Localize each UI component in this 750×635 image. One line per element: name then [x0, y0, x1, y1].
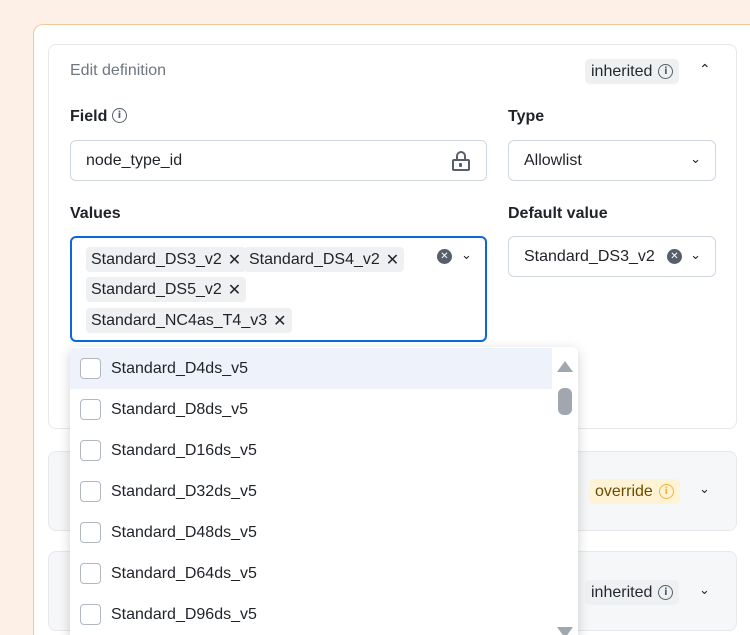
scroll-up-arrow[interactable] [557, 361, 573, 372]
option-label: Standard_D4ds_v5 [111, 359, 248, 377]
scrollbar-thumb[interactable] [558, 388, 572, 415]
chip-label: Standard_DS3_v2 [91, 250, 222, 268]
dropdown-option[interactable]: Standard_D96ds_v5 [70, 594, 552, 635]
remove-chip-icon[interactable]: ✕ [228, 250, 241, 269]
value-chip: Standard_DS3_v2 ✕ [86, 247, 247, 272]
clear-icon[interactable]: ✕ [437, 249, 452, 264]
values-dropdown: Standard_D4ds_v5 Standard_D8ds_v5 Standa… [70, 347, 578, 635]
info-icon[interactable]: i [658, 585, 674, 600]
chip-label: Standard_DS5_v2 [91, 280, 222, 298]
inherited-badge: inherited i [585, 580, 680, 605]
card-title: Edit definition [70, 62, 167, 79]
value-chip: Standard_DS5_v2 ✕ [86, 277, 247, 302]
badge-label: override [595, 482, 653, 500]
dropdown-option[interactable]: Standard_D4ds_v5 [70, 348, 552, 389]
chevron-down-icon[interactable]: ⌄ [699, 583, 710, 598]
lock-icon [452, 151, 470, 171]
chevron-down-icon[interactable]: ⌄ [699, 482, 710, 497]
chevron-down-icon: ⌄ [690, 248, 701, 263]
checkbox[interactable] [80, 399, 101, 420]
option-label: Standard_D48ds_v5 [111, 523, 257, 541]
chevron-up-icon[interactable]: ⌃ [699, 62, 711, 78]
option-label: Standard_D16ds_v5 [111, 441, 257, 459]
option-label: Standard_D96ds_v5 [111, 605, 257, 623]
checkbox[interactable] [80, 358, 101, 379]
remove-chip-icon[interactable]: ✕ [386, 250, 399, 269]
remove-chip-icon[interactable]: ✕ [228, 280, 241, 299]
dropdown-option[interactable]: Standard_D8ds_v5 [70, 389, 552, 430]
dropdown-option[interactable]: Standard_D32ds_v5 [70, 471, 552, 512]
default-value: Standard_DS3_v2 [524, 247, 655, 265]
clear-icon[interactable]: ✕ [667, 249, 682, 264]
values-label: Values [70, 205, 121, 222]
type-label: Type [508, 108, 545, 125]
chevron-down-icon: ⌄ [690, 152, 701, 167]
default-value-label: Default value [508, 205, 608, 222]
field-value: node_type_id [86, 151, 183, 169]
value-chip: Standard_NC4as_T4_v3 ✕ [86, 308, 292, 333]
inherited-badge: inherited i [585, 59, 680, 84]
checkbox[interactable] [80, 563, 101, 584]
checkbox[interactable] [80, 522, 101, 543]
checkbox[interactable] [80, 440, 101, 461]
info-icon[interactable]: i [658, 484, 674, 499]
checkbox[interactable] [80, 604, 101, 625]
remove-chip-icon[interactable]: ✕ [273, 311, 286, 330]
dropdown-option[interactable]: Standard_D64ds_v5 [70, 553, 552, 594]
chip-label: Standard_DS4_v2 [249, 250, 380, 268]
dropdown-option[interactable]: Standard_D48ds_v5 [70, 512, 552, 553]
scroll-down-arrow[interactable] [557, 627, 573, 635]
field-label: Field [70, 108, 108, 125]
dropdown-option[interactable]: Standard_D16ds_v5 [70, 430, 552, 471]
field-input[interactable]: node_type_id [70, 140, 487, 181]
option-label: Standard_D32ds_v5 [111, 482, 257, 500]
chevron-down-icon[interactable]: ⌄ [461, 248, 472, 263]
override-badge: override i [589, 479, 680, 504]
type-value: Allowlist [524, 151, 582, 169]
checkbox[interactable] [80, 481, 101, 502]
chip-label: Standard_NC4as_T4_v3 [91, 311, 268, 329]
option-label: Standard_D8ds_v5 [111, 400, 248, 418]
type-select[interactable]: Allowlist ⌄ [508, 140, 716, 181]
value-chip: Standard_DS4_v2 ✕ [244, 247, 405, 272]
option-label: Standard_D64ds_v5 [111, 564, 257, 582]
badge-label: inherited [591, 583, 653, 601]
info-icon[interactable]: i [112, 108, 127, 123]
badge-label: inherited [591, 62, 653, 80]
info-icon[interactable]: i [658, 64, 674, 79]
default-value-select[interactable]: Standard_DS3_v2 ✕ ⌄ [508, 236, 716, 277]
